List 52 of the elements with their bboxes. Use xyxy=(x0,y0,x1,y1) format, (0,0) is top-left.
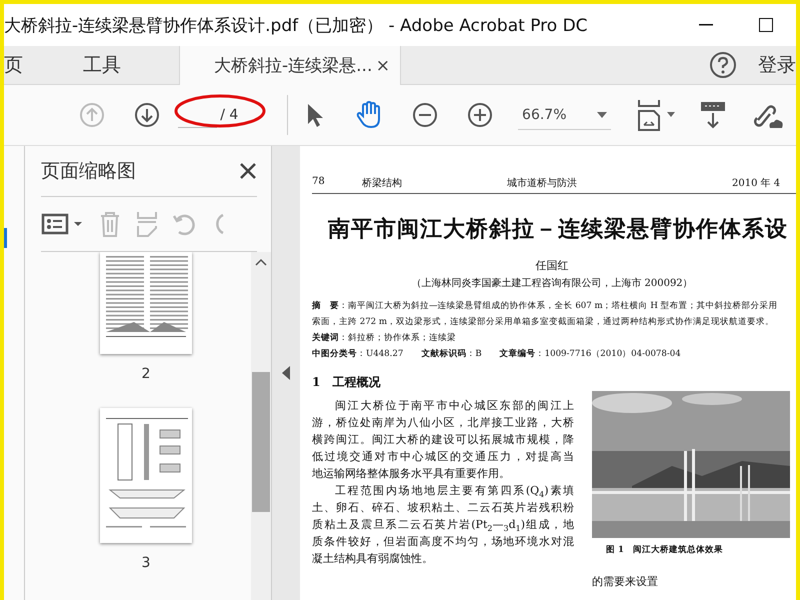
close-tab-button[interactable]: × xyxy=(376,56,390,76)
document-title: 南平市闽江大桥斜拉－连续梁悬臂协作体系设 xyxy=(328,215,789,244)
page-header-text: 城市道桥与防洪 xyxy=(507,176,578,190)
page-header-text: 2010 年 4 xyxy=(732,177,782,190)
minimize-icon xyxy=(699,24,713,26)
sign-in-button[interactable]: 登录 xyxy=(738,46,796,84)
options-menu-icon[interactable] xyxy=(41,212,85,236)
body-text-line: 地运输网络整体服务水平具有重要作用。 xyxy=(312,466,511,482)
body-text-line: 低过境交通对市中心城区的交通压力，对提高当 xyxy=(312,449,574,465)
minus-icon xyxy=(412,102,438,128)
fit-page-icon xyxy=(635,98,678,132)
abstract-text: 中图分类号：U448.27 文献标识码：B 文章编号：1009-7716（2010）04-0078-04 xyxy=(312,349,681,359)
body-text-line: 的需要来设置 xyxy=(592,574,658,589)
section-heading: 1 工程概况 xyxy=(312,374,382,391)
page-total: / 4 xyxy=(220,107,238,123)
body-text-line: 横跨闽江。闽江大桥的建设可以拓展城市规模，降 xyxy=(312,432,574,448)
nav-tab[interactable]: 页 xyxy=(4,46,45,84)
page-header-text: 78 xyxy=(312,176,326,189)
body-text-line: 质条件较好，但岩面高度不均匀，场地环境水对混 xyxy=(312,534,574,550)
collapse-icon[interactable] xyxy=(282,366,290,380)
figure-caption: 图 1 闽江大桥建筑总体效果 xyxy=(606,544,724,556)
page-thumbnail[interactable] xyxy=(100,252,192,354)
maximize-icon xyxy=(759,18,773,32)
panel-indicator-icon xyxy=(4,228,7,248)
scrollbar[interactable] xyxy=(251,252,271,600)
body-text-line: 闽江大桥位于南平市中心城区东部的闽江上 xyxy=(334,398,574,414)
body-text-line: 凝土结构具有弱腐蚀性。 xyxy=(312,551,434,567)
help-icon[interactable] xyxy=(708,50,738,80)
page-thumbnail[interactable] xyxy=(100,408,192,543)
body-text-line: 质粘土及震旦系二云石英片岩(Pt$_{2}$—$_{3}$d$_{1}$)组成，地 xyxy=(312,517,574,533)
body-text-line: 土、卵石、碎石、坡积粘土、二云石英片岩残积粉 xyxy=(312,500,574,516)
plus-icon xyxy=(467,102,494,128)
abstract-text: 摘 要：南平闽江大桥为斜拉—连续梁悬臂组成的协作体系，全长 607 m；塔柱横向 H 型布置；其中斜拉桥部分采用 xyxy=(312,301,778,311)
zoom-dropdown[interactable]: 66.7% xyxy=(518,100,611,130)
close-icon[interactable] xyxy=(239,162,257,180)
abstract-text: 关键词：斜拉桥；协作体系；连续梁 xyxy=(312,333,456,343)
window-title: 大桥斜拉-连续梁悬臂协作体系设计.pdf（已加密） - Adobe Acrobat Pro DC xyxy=(4,14,589,36)
document-tab[interactable]: 大桥斜拉-连续梁悬... × xyxy=(179,46,401,85)
up-caret-icon xyxy=(255,258,267,266)
body-text-line: 游，桥位处南岸为八仙小区，北岸接工业路，大桥 xyxy=(312,415,574,431)
pointer-icon xyxy=(306,102,324,128)
body-text-line: 工程范围内场地地层主要有第四系(Q$_{4}$)素填 xyxy=(334,483,574,499)
scroll-icon xyxy=(699,100,728,130)
page-header-text: 桥梁结构 xyxy=(362,176,403,190)
author-name: 任国红 xyxy=(534,258,570,273)
page-number: 3 xyxy=(142,555,150,571)
page-number: 2 xyxy=(142,366,150,382)
caret-icon xyxy=(596,112,607,118)
nav-tab[interactable]: 工具 xyxy=(45,46,143,84)
affiliation-text: （上海林同炎李国豪土建工程咨询有限公司，上海市 200092） xyxy=(410,276,694,290)
abstract-text: 索面，主跨 272 m，双边梁形式，连续梁部分采用单箱多室变截面箱梁，通过两种结构形式协作满足现状航道要求。 xyxy=(312,317,774,327)
panel-title: 页面缩略图 xyxy=(41,159,136,184)
